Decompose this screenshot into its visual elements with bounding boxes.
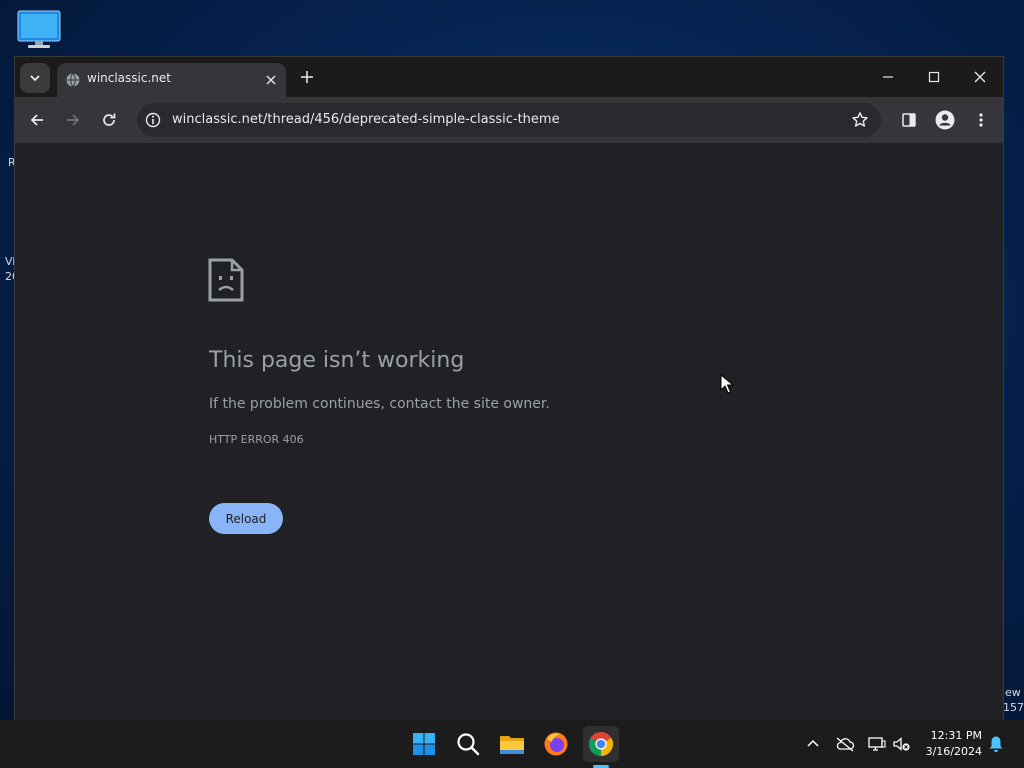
search-icon (457, 733, 480, 756)
taskbar: 12:31 PM 3/16/2024 (0, 720, 1024, 768)
firefox-button[interactable] (538, 726, 574, 762)
clock-time: 12:31 PM (930, 729, 982, 742)
clock-date: 3/16/2024 (925, 745, 982, 758)
browser-window: winclassic.net winclassic.net/thread/456… (15, 57, 1003, 720)
this-pc-desktop-icon[interactable] (16, 10, 62, 50)
close-icon (974, 71, 986, 83)
url-text[interactable]: winclassic.net/thread/456/deprecated-sim… (172, 112, 560, 127)
address-bar[interactable]: winclassic.net/thread/456/deprecated-sim… (137, 103, 881, 137)
network-icon (868, 737, 886, 751)
desktop-label-fragment: Vi (5, 255, 16, 268)
onedrive-tray-button[interactable] (835, 734, 855, 754)
refresh-icon (103, 113, 116, 126)
side-panel-button[interactable] (897, 108, 921, 132)
maximize-icon (928, 71, 940, 83)
desktop-label-fragment: ew (1005, 686, 1021, 699)
menu-button[interactable] (969, 108, 993, 132)
plus-icon (301, 71, 313, 83)
minimize-button[interactable] (873, 65, 903, 89)
reload-toolbar-button[interactable] (97, 108, 121, 132)
reload-button[interactable]: Reload (209, 503, 283, 534)
close-window-button[interactable] (965, 65, 995, 89)
info-icon (145, 112, 161, 128)
file-explorer-icon (500, 736, 524, 754)
error-code: HTTP ERROR 406 (209, 433, 304, 446)
minimize-icon (883, 76, 893, 78)
tab-winclassic[interactable]: winclassic.net (57, 63, 286, 97)
network-tray-button[interactable] (867, 734, 887, 754)
site-info-button[interactable] (143, 110, 163, 130)
more-vertical-icon (979, 113, 983, 127)
new-tab-button[interactable] (297, 67, 317, 87)
volume-muted-icon (893, 737, 910, 751)
tab-search-button[interactable] (20, 63, 50, 93)
error-title: This page isn’t working (209, 348, 465, 373)
error-description: If the problem continues, contact the si… (209, 396, 550, 412)
arrow-left-icon (30, 114, 43, 126)
maximize-button[interactable] (919, 65, 949, 89)
globe-icon (66, 73, 80, 87)
arrow-right-icon (67, 114, 80, 126)
firefox-icon (544, 732, 568, 756)
profile-icon (935, 110, 955, 130)
bell-icon (989, 736, 1003, 752)
show-hidden-icons-button[interactable] (803, 734, 823, 754)
tab-close-button[interactable] (262, 71, 280, 89)
chevron-up-icon (807, 739, 819, 747)
page-content: This page isn’t working If the problem c… (15, 143, 1003, 720)
notifications-button[interactable] (986, 734, 1006, 754)
volume-tray-button[interactable] (892, 734, 912, 754)
cloud-offline-icon (836, 737, 855, 752)
forward-button[interactable] (61, 108, 85, 132)
mouse-cursor-icon (720, 374, 734, 394)
start-icon (413, 733, 435, 755)
star-icon[interactable] (851, 111, 869, 129)
profile-button[interactable] (933, 108, 957, 132)
side-panel-icon (902, 113, 916, 127)
taskbar-search-button[interactable] (450, 726, 486, 762)
browser-toolbar: winclassic.net/thread/456/deprecated-sim… (15, 97, 1003, 143)
chrome-button[interactable] (583, 726, 619, 762)
start-button[interactable] (406, 726, 442, 762)
back-button[interactable] (25, 108, 49, 132)
tab-title: winclassic.net (87, 71, 171, 85)
chevron-down-icon (30, 75, 40, 82)
title-bar: winclassic.net (15, 57, 1003, 97)
close-icon (266, 75, 276, 85)
chrome-icon (588, 732, 614, 756)
desktop-label-fragment: 157 (1003, 701, 1024, 714)
file-explorer-button[interactable] (494, 726, 530, 762)
taskbar-clock[interactable]: 12:31 PM 3/16/2024 (918, 728, 982, 760)
sad-page-icon (208, 258, 244, 302)
